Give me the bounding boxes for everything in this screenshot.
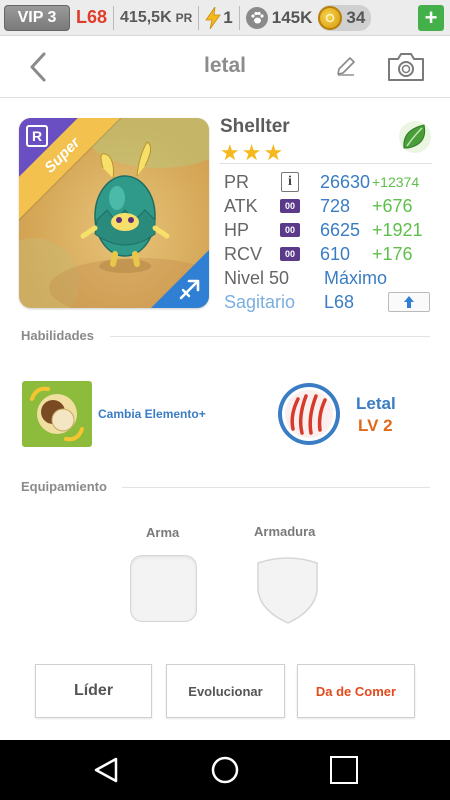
energy-value: 1	[223, 7, 233, 27]
stat-label: RCV	[224, 243, 263, 264]
stat-tag-badge: 00	[280, 199, 300, 213]
wood-element-leaf-icon	[399, 121, 431, 153]
zodiac-level: L68	[324, 291, 355, 312]
coin-counter[interactable]: 34	[318, 4, 372, 31]
weapon-label: Arma	[146, 525, 180, 540]
system-nav-bar	[0, 740, 450, 800]
divider	[122, 487, 430, 488]
stat-tag-badge: 00	[280, 223, 300, 237]
lethal-claw-icon[interactable]	[276, 381, 342, 447]
level-value: Máximo	[324, 267, 388, 288]
stat-bonus: +176	[372, 243, 413, 264]
stat-bonus: +1921	[372, 219, 423, 240]
stat-row-hp: HP 00 6625 +1921	[224, 218, 434, 242]
stat-tag: 00	[280, 198, 300, 214]
player-level: L68	[76, 7, 108, 27]
vip-badge[interactable]: VIP 3	[4, 4, 70, 31]
passive-skill-level: LV 2	[358, 416, 393, 435]
coin-icon	[318, 5, 343, 30]
stat-bonus: +676	[372, 195, 413, 216]
divider	[198, 5, 200, 30]
sagittarius-arrow-icon	[179, 279, 200, 300]
stat-value: 6625	[320, 219, 361, 240]
upgrade-button[interactable]	[388, 292, 430, 312]
stat-row-atk: ATK 00 728 +676	[224, 194, 434, 218]
stat-tag: 00	[280, 246, 300, 262]
active-skill-icon[interactable]	[22, 381, 92, 447]
stat-label: PR	[224, 171, 250, 192]
stat-value: 728	[320, 195, 351, 216]
stat-row-rcv: RCV 00 610 +176	[224, 242, 434, 266]
player-power-unit: PR	[175, 10, 193, 25]
passive-skill-name[interactable]: Letal	[356, 394, 396, 414]
lightning-icon	[205, 6, 222, 29]
stat-row-level: Nivel 50 Máximo	[224, 266, 434, 290]
divider	[113, 5, 115, 30]
monster-name: Shellter	[220, 116, 290, 137]
zodiac-label: Sagitario	[224, 291, 296, 312]
camera-icon[interactable]	[386, 50, 426, 84]
active-skill-name[interactable]: Cambia Elemento+	[98, 407, 206, 421]
pet-food-counter[interactable]: 145K	[245, 6, 313, 29]
armor-slot-shield-icon[interactable]	[254, 555, 321, 625]
coin-value: 34	[346, 7, 366, 27]
stat-row-sign: Sagitario L68	[224, 290, 434, 314]
energy-counter[interactable]: 1	[205, 6, 233, 29]
stat-tag-badge: 00	[280, 247, 300, 261]
stat-value: 610	[320, 243, 351, 264]
stat-value: 26630	[320, 171, 371, 192]
stats-table: PR i 26630 +12374 ATK 00 728 +676 HP 00 …	[224, 170, 434, 314]
divider	[220, 163, 432, 164]
stat-row-pr: PR i 26630 +12374	[224, 170, 434, 194]
swap-element-icon	[30, 386, 84, 442]
feed-button[interactable]: Da de Comer	[297, 664, 415, 718]
page-header: letal	[0, 36, 450, 98]
rarity-badge: R	[26, 125, 48, 147]
stat-bonus: +12374	[372, 174, 420, 190]
paw-icon	[245, 6, 268, 29]
edit-pencil-icon[interactable]	[334, 54, 358, 78]
info-icon-wrapper[interactable]: i	[280, 172, 300, 192]
level-label: Nivel 50	[224, 267, 290, 288]
monster-portrait[interactable]: Super R	[19, 118, 209, 308]
stat-label: HP	[224, 219, 250, 240]
evolve-button[interactable]: Evolucionar	[166, 664, 285, 718]
page-title: letal	[203, 54, 247, 77]
nav-home-circle-icon[interactable]	[210, 755, 240, 785]
nav-recent-apps-icon[interactable]	[330, 756, 358, 784]
arrow-up-icon	[404, 296, 414, 308]
stat-tag: 00	[280, 222, 300, 238]
leader-button[interactable]: Líder	[35, 664, 152, 718]
add-coins-button[interactable]: +	[418, 5, 444, 31]
stat-label: ATK	[224, 195, 258, 216]
equipment-section-title: Equipamiento	[21, 479, 107, 494]
divider	[238, 5, 240, 30]
armor-label: Armadura	[254, 524, 316, 539]
pet-food-value: 145K	[271, 7, 313, 27]
divider	[110, 336, 430, 337]
weapon-slot[interactable]	[130, 555, 197, 622]
player-power-value: 415,5K	[120, 8, 172, 26]
top-status-bar: VIP 3 L68 415,5K PR 1 145K 34 +	[0, 0, 450, 36]
skills-section-title: Habilidades	[21, 328, 94, 343]
nav-back-triangle-icon[interactable]	[92, 755, 122, 785]
info-icon[interactable]: i	[281, 172, 299, 192]
